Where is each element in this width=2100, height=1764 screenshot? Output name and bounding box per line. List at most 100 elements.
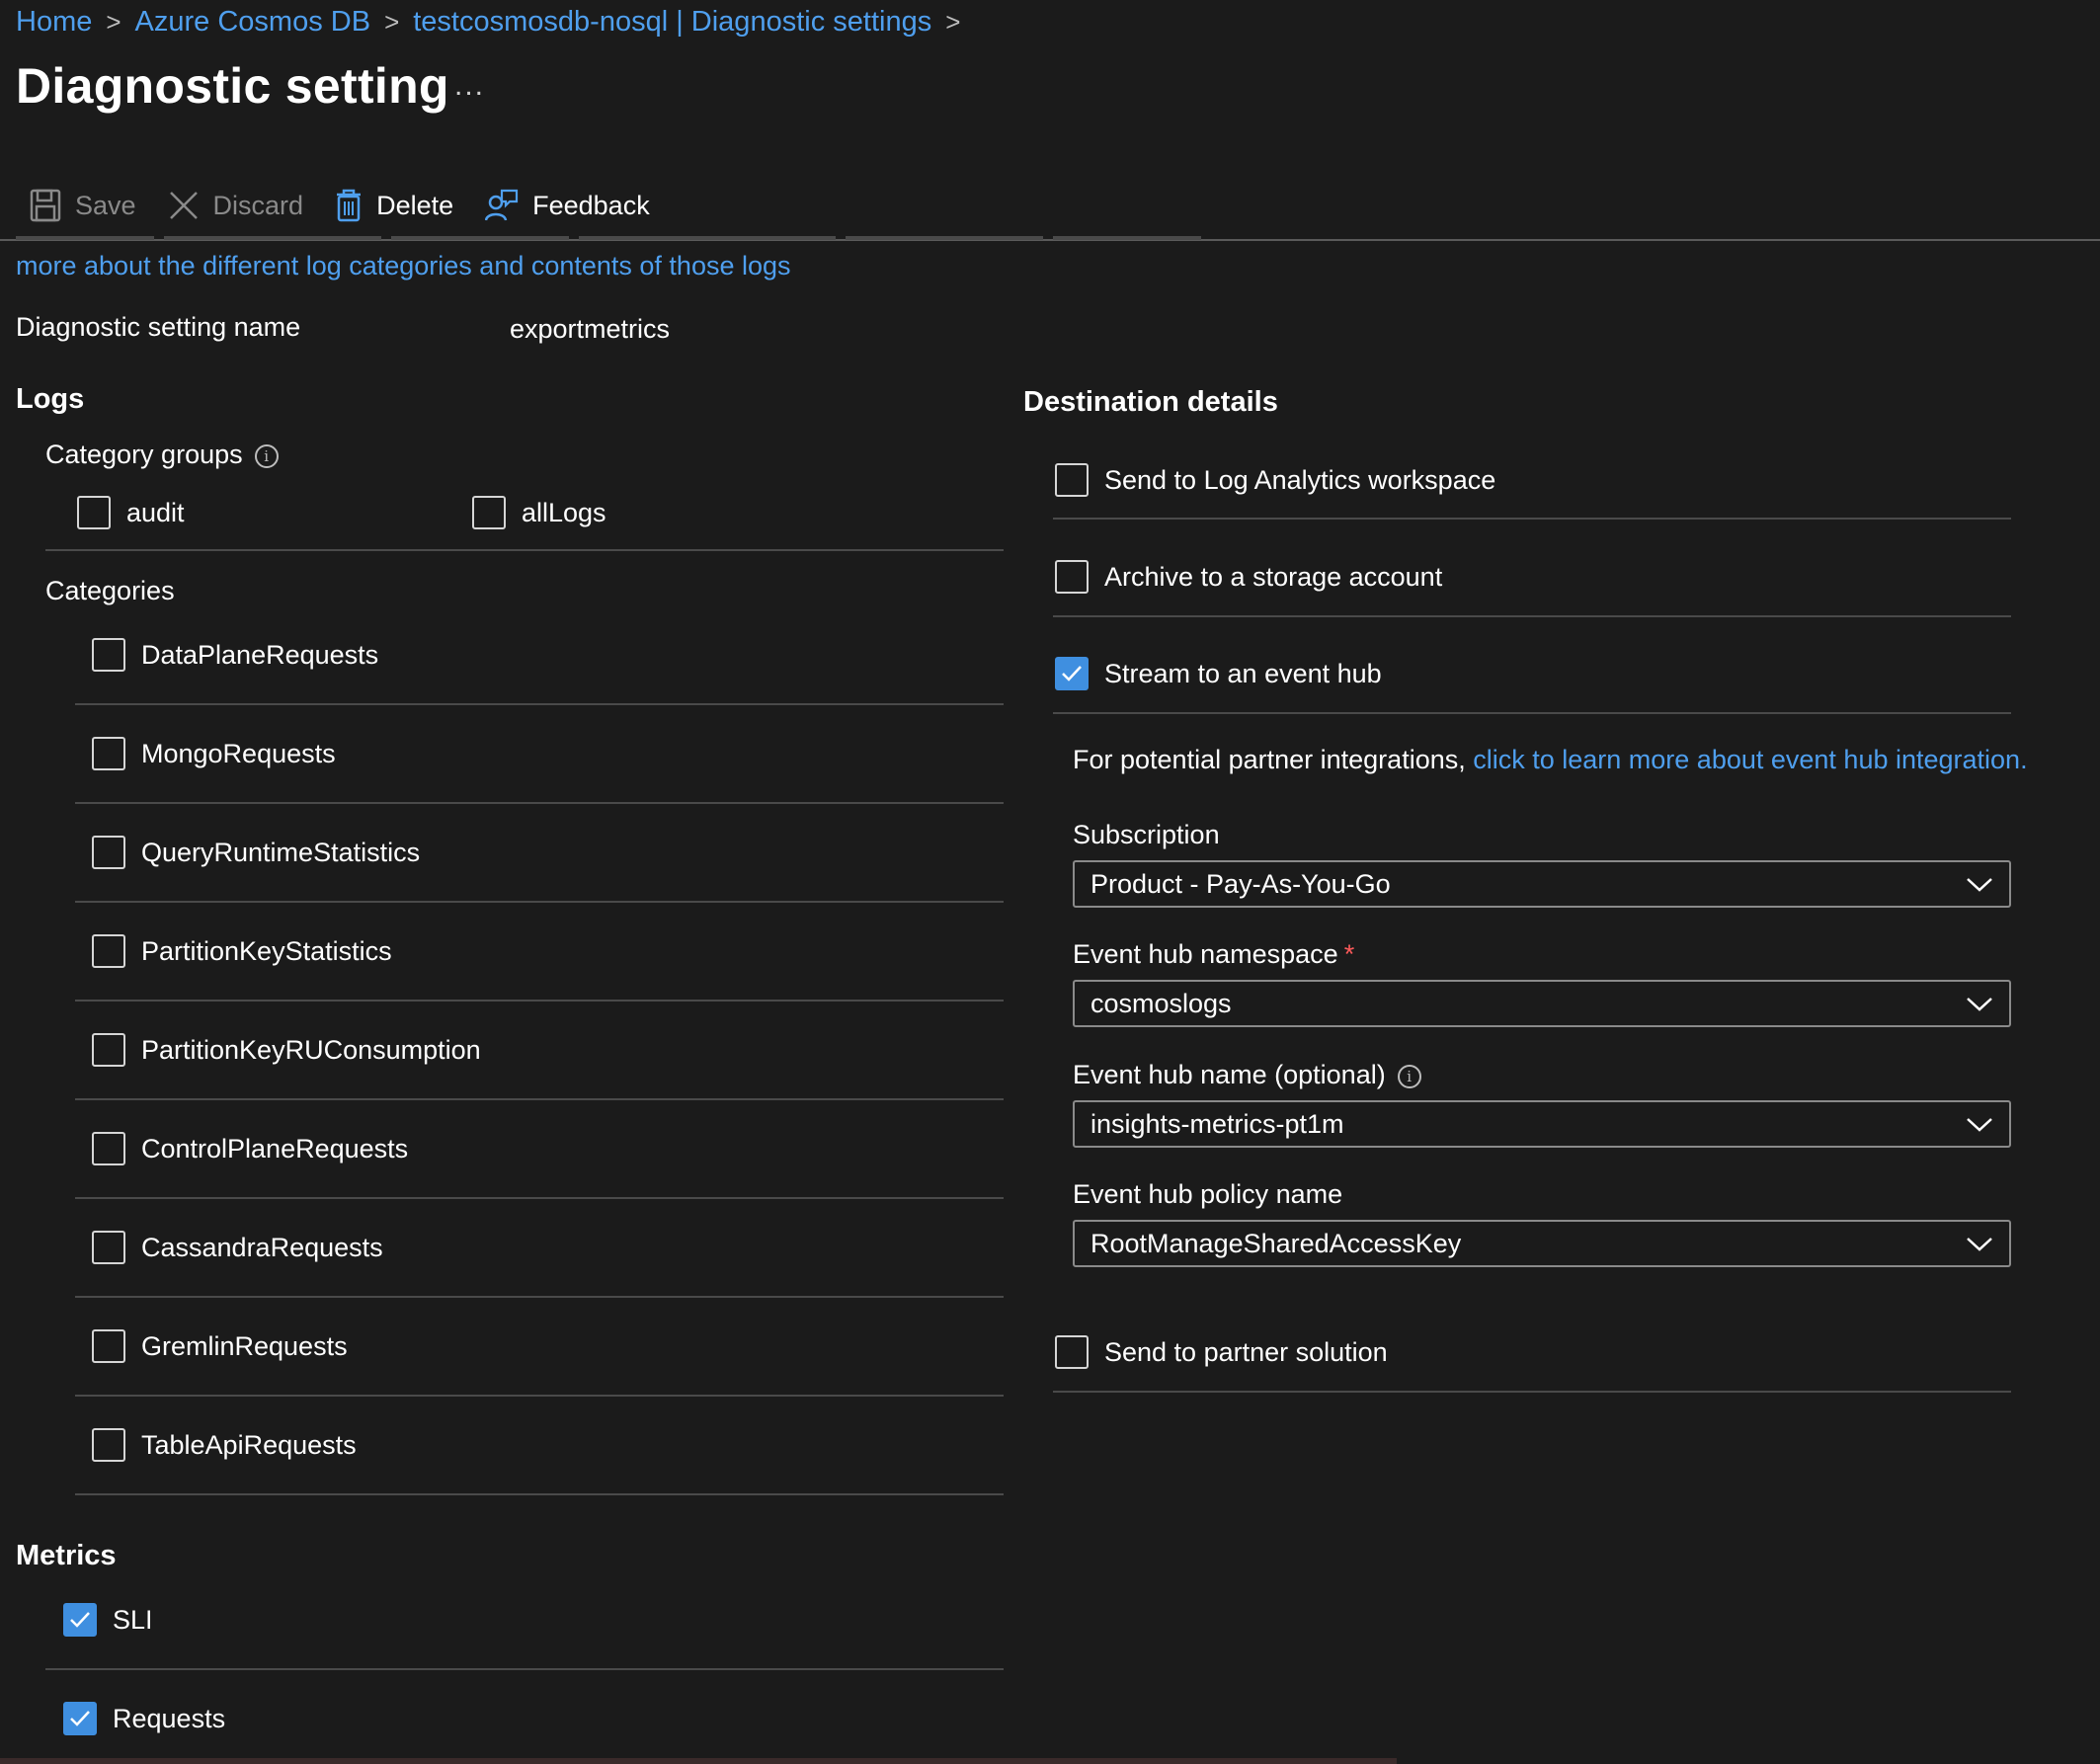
save-icon xyxy=(30,189,61,222)
page-title: Diagnostic setting xyxy=(16,58,449,114)
metric-label: SLI xyxy=(113,1604,153,1635)
namespace-value: cosmoslogs xyxy=(1090,988,1232,1018)
checkbox[interactable] xyxy=(92,1428,125,1462)
destination-title: Destination details xyxy=(1023,386,1278,418)
checkbox[interactable] xyxy=(92,836,125,869)
save-button[interactable]: Save xyxy=(30,189,136,222)
checkbox[interactable] xyxy=(92,1132,125,1165)
trash-icon xyxy=(337,189,362,222)
hubname-label: Event hub name (optional) i xyxy=(1073,1060,1421,1090)
checkbox[interactable] xyxy=(77,496,111,529)
category-label: ControlPlaneRequests xyxy=(141,1133,409,1163)
setting-name-value: exportmetrics xyxy=(510,314,671,344)
dest-log-analytics[interactable]: Send to Log Analytics workspace xyxy=(1055,463,1495,497)
category-controlplanerequests[interactable]: ControlPlaneRequests xyxy=(92,1132,408,1165)
metric-sli[interactable]: SLI xyxy=(63,1603,153,1637)
info-icon[interactable]: i xyxy=(1397,1064,1421,1088)
dest-label: Stream to an event hub xyxy=(1104,658,1382,688)
category-dataplanerequests[interactable]: DataPlaneRequests xyxy=(92,638,378,672)
category-mongorequests[interactable]: MongoRequests xyxy=(92,737,336,770)
breadcrumb-resource[interactable]: testcosmosdb-nosql | Diagnostic settings xyxy=(413,6,931,39)
checkbox[interactable] xyxy=(472,496,506,529)
category-tableapirequests[interactable]: TableApiRequests xyxy=(92,1428,357,1462)
bottom-edge xyxy=(0,1758,1397,1764)
chevron-down-icon xyxy=(1967,1238,1992,1251)
dest-partner-solution[interactable]: Send to partner solution xyxy=(1055,1335,1388,1369)
chevron-down-icon xyxy=(1967,998,1992,1011)
category-gremlinrequests[interactable]: GremlinRequests xyxy=(92,1329,348,1363)
checkbox[interactable] xyxy=(1055,463,1089,497)
policy-dropdown[interactable]: RootManageSharedAccessKey xyxy=(1073,1220,2011,1267)
chevron-right-icon: > xyxy=(384,7,400,37)
checkbox[interactable] xyxy=(92,1033,125,1067)
save-label: Save xyxy=(75,190,136,220)
feedback-button[interactable]: Feedback xyxy=(485,189,650,222)
logs-title: Logs xyxy=(16,383,85,415)
dest-label: Send to Log Analytics workspace xyxy=(1104,464,1496,495)
category-cassandrarequests[interactable]: CassandraRequests xyxy=(92,1231,383,1264)
checkbox[interactable] xyxy=(1055,1335,1089,1369)
feedback-label: Feedback xyxy=(532,190,650,220)
chevron-right-icon: > xyxy=(106,7,121,37)
policy-label: Event hub policy name xyxy=(1073,1179,1343,1209)
checkbox[interactable] xyxy=(1055,560,1089,594)
category-groups-label: Category groups i xyxy=(45,440,279,470)
categories-label: Categories xyxy=(45,576,175,605)
delete-button[interactable]: Delete xyxy=(335,189,453,222)
checkbox[interactable] xyxy=(92,638,125,672)
required-marker: * xyxy=(1343,939,1355,969)
namespace-label: Event hub namespace * xyxy=(1073,939,1354,970)
dest-event-hub[interactable]: Stream to an event hub xyxy=(1055,657,1382,690)
event-hub-integration-link[interactable]: click to learn more about event hub inte… xyxy=(1473,745,2027,774)
policy-value: RootManageSharedAccessKey xyxy=(1090,1228,1462,1258)
subscription-dropdown[interactable]: Product - Pay-As-You-Go xyxy=(1073,860,2011,908)
checkbox-checked[interactable] xyxy=(63,1702,97,1735)
category-groups-text: Category groups xyxy=(45,440,243,469)
setting-name-label: Diagnostic setting name xyxy=(16,312,301,342)
divider xyxy=(75,1000,1004,1002)
hubname-value: insights-metrics-pt1m xyxy=(1090,1108,1344,1139)
dest-label: Archive to a storage account xyxy=(1104,561,1443,592)
divider xyxy=(75,1395,1004,1397)
metric-label: Requests xyxy=(113,1703,226,1733)
metric-requests[interactable]: Requests xyxy=(63,1702,225,1735)
breadcrumb-cosmos[interactable]: Azure Cosmos DB xyxy=(135,6,371,39)
group-alllogs[interactable]: allLogs xyxy=(472,496,606,529)
checkmark-icon xyxy=(70,1711,90,1726)
namespace-dropdown[interactable]: cosmoslogs xyxy=(1073,980,2011,1027)
checkbox[interactable] xyxy=(92,737,125,770)
hubname-dropdown[interactable]: insights-metrics-pt1m xyxy=(1073,1100,2011,1148)
dest-storage[interactable]: Archive to a storage account xyxy=(1055,560,1442,594)
divider xyxy=(45,549,1004,551)
subscription-label: Subscription xyxy=(1073,820,1220,849)
category-partitionkeystatistics[interactable]: PartitionKeyStatistics xyxy=(92,934,392,968)
breadcrumb-home[interactable]: Home xyxy=(16,6,92,39)
close-icon xyxy=(169,192,198,219)
discard-button[interactable]: Discard xyxy=(168,190,303,221)
category-label: CassandraRequests xyxy=(141,1232,383,1262)
category-queryruntimestatistics[interactable]: QueryRuntimeStatistics xyxy=(92,836,420,869)
checkbox[interactable] xyxy=(92,934,125,968)
more-options-icon[interactable]: ... xyxy=(454,69,485,103)
breadcrumb: Home > Azure Cosmos DB > testcosmosdb-no… xyxy=(16,6,974,39)
checkbox[interactable] xyxy=(92,1231,125,1264)
divider xyxy=(75,901,1004,903)
checkbox[interactable] xyxy=(92,1329,125,1363)
feedback-icon xyxy=(485,189,519,221)
checkbox-checked[interactable] xyxy=(63,1603,97,1637)
checkmark-icon xyxy=(70,1612,90,1628)
category-label: TableApiRequests xyxy=(141,1429,357,1460)
chevron-right-icon: > xyxy=(945,7,961,37)
log-categories-link[interactable]: more about the different log categories … xyxy=(16,251,791,281)
divider xyxy=(75,1493,1004,1495)
chevron-down-icon xyxy=(1967,878,1992,892)
info-icon[interactable]: i xyxy=(254,443,279,468)
checkbox-checked[interactable] xyxy=(1055,657,1089,690)
divider xyxy=(1053,712,2011,714)
group-audit[interactable]: audit xyxy=(77,496,185,529)
metrics-title: Metrics xyxy=(16,1540,117,1571)
partner-text: For potential partner integrations, xyxy=(1073,745,1474,774)
category-partitionkeyruconsumption[interactable]: PartitionKeyRUConsumption xyxy=(92,1033,481,1067)
divider xyxy=(45,1668,1004,1670)
divider xyxy=(1053,1391,2011,1393)
